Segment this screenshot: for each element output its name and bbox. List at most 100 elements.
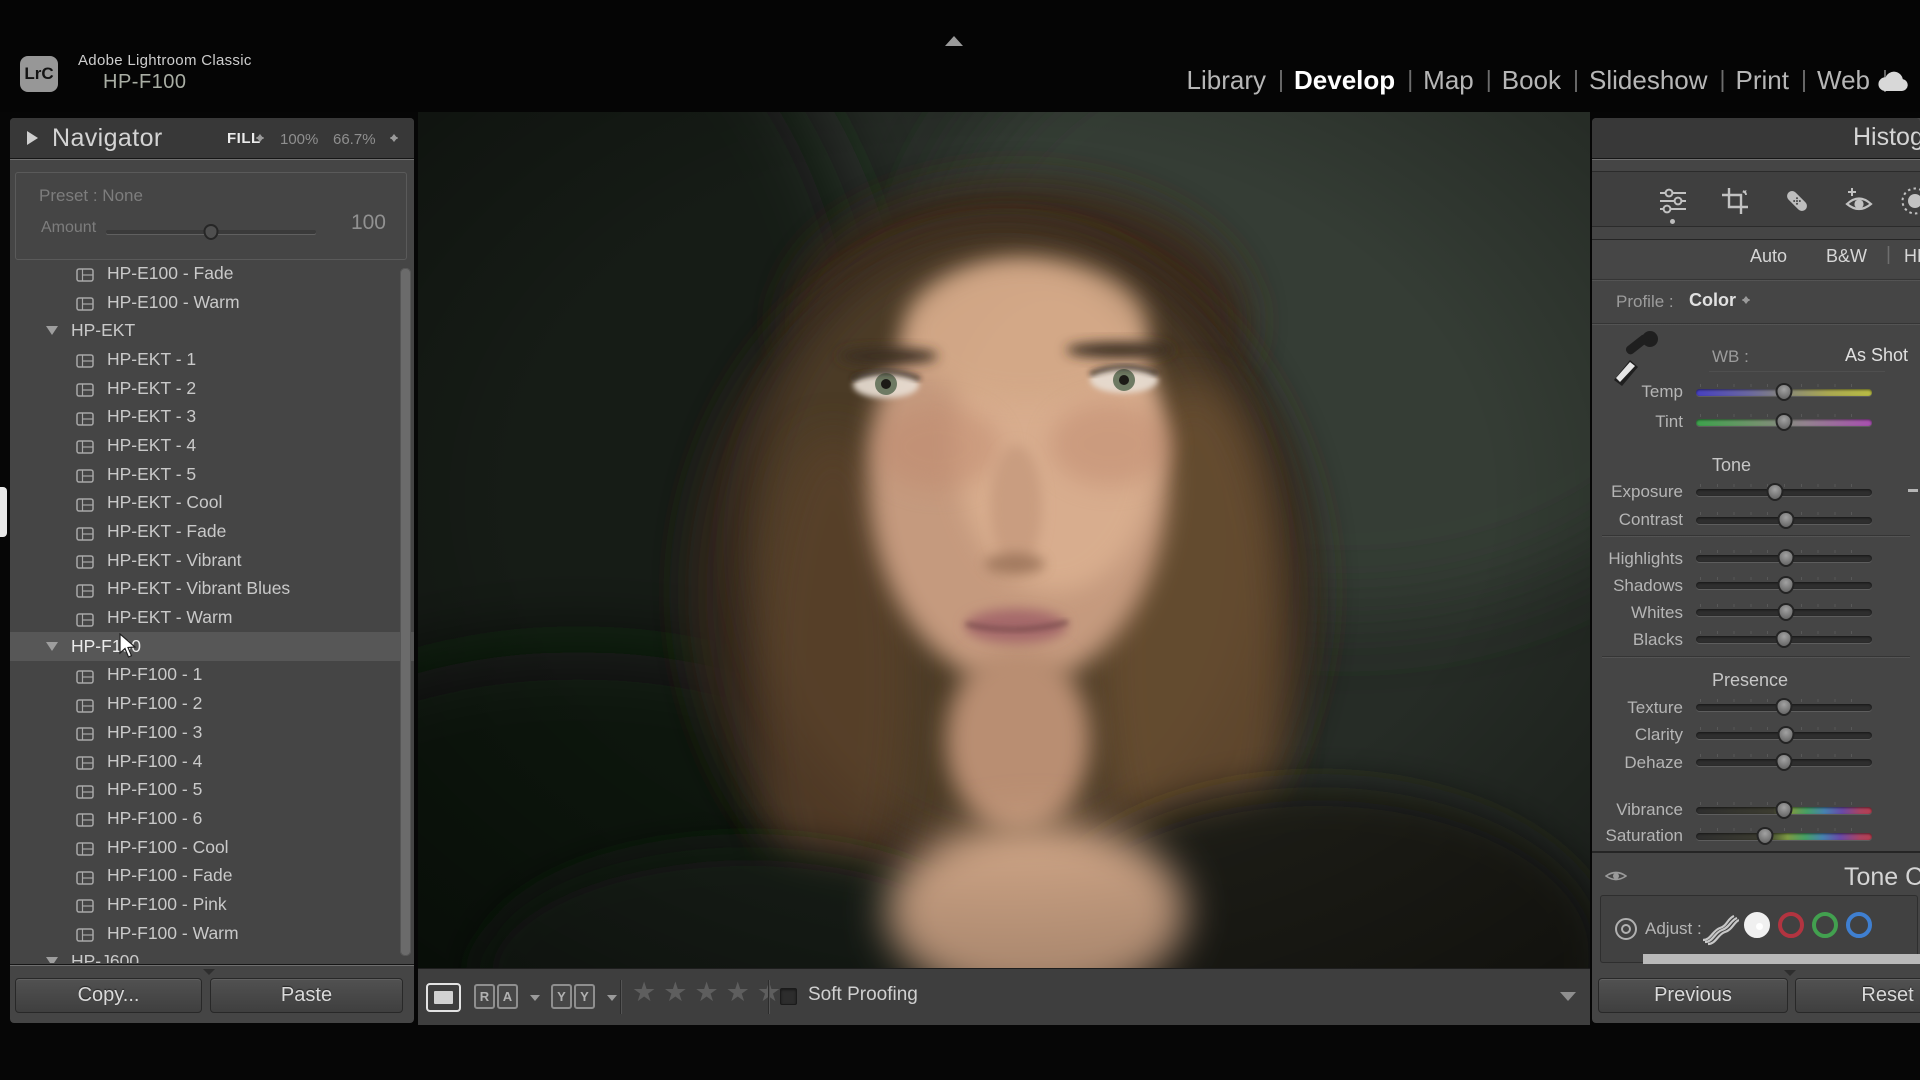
slider-track[interactable] xyxy=(1696,833,1872,840)
preset-list-scrollbar[interactable] xyxy=(400,268,411,956)
amount-slider[interactable] xyxy=(106,230,316,234)
histogram-header[interactable]: Histogram xyxy=(1592,118,1920,158)
slider-thumb[interactable] xyxy=(1777,726,1794,744)
wb-value[interactable]: As Shot xyxy=(1845,345,1908,366)
preset-row[interactable]: HP-EKT - Fade xyxy=(10,517,414,546)
red-eye-correction-icon[interactable] xyxy=(1844,186,1874,216)
module-tab[interactable]: Develop xyxy=(1280,65,1409,96)
star-icon[interactable]: ★ xyxy=(632,977,656,1008)
preset-row[interactable]: HP-F100 - 2 xyxy=(10,689,414,718)
slider-track[interactable] xyxy=(1696,489,1872,496)
slider-track[interactable] xyxy=(1696,517,1872,524)
before-after-dropdown-icon[interactable] xyxy=(607,995,617,1001)
slider-track[interactable] xyxy=(1696,609,1872,616)
preset-row[interactable]: HP-EKT - Cool xyxy=(10,489,414,518)
slider-track[interactable] xyxy=(1696,759,1872,766)
slider-thumb[interactable] xyxy=(1776,801,1793,819)
preset-row[interactable]: HP-EKT - Vibrant xyxy=(10,546,414,575)
star-icon[interactable]: ★ xyxy=(663,977,687,1008)
compare-view-dropdown-icon[interactable] xyxy=(530,995,540,1001)
slider-thumb[interactable] xyxy=(1776,413,1793,431)
slider-track[interactable] xyxy=(1696,389,1872,396)
slider-track[interactable] xyxy=(1696,555,1872,562)
curve-channel-button[interactable] xyxy=(1744,912,1770,938)
profile-updown-icon[interactable] xyxy=(1742,292,1752,308)
curve-channel-button[interactable] xyxy=(1846,912,1872,938)
amount-slider-thumb[interactable] xyxy=(204,224,219,240)
bw-button[interactable]: B&W xyxy=(1826,246,1867,267)
preset-row[interactable]: HP-EKT - 5 xyxy=(10,460,414,489)
zoom-level-current[interactable]: 66.7% xyxy=(333,131,376,148)
slider-thumb[interactable] xyxy=(1777,603,1794,621)
loupe-photo-canvas[interactable] xyxy=(418,112,1590,968)
left-panel-show-tab[interactable] xyxy=(0,487,7,537)
group-expand-triangle-icon[interactable] xyxy=(46,957,58,963)
slider-thumb[interactable] xyxy=(1776,698,1793,716)
preset-row[interactable]: HP-EKT - 1 xyxy=(10,345,414,374)
module-tab[interactable]: Library xyxy=(1173,65,1280,96)
preset-row[interactable]: HP-E100 - Warm xyxy=(10,288,414,317)
fit-mode-updown-icon[interactable] xyxy=(256,130,266,146)
paste-button[interactable]: Paste xyxy=(210,978,403,1013)
preset-row[interactable]: HP-EKT - 4 xyxy=(10,431,414,460)
basic-adjustments-icon[interactable] xyxy=(1658,186,1688,216)
crop-overlay-icon[interactable] xyxy=(1720,186,1750,216)
preset-row[interactable]: HP-F100 - Cool xyxy=(10,833,414,862)
previous-button[interactable]: Previous xyxy=(1598,978,1788,1013)
preset-row[interactable]: HP-F100 - 5 xyxy=(10,775,414,804)
top-panel-collapse-arrow-icon[interactable] xyxy=(945,36,963,46)
preset-row[interactable]: HP-F100 - 4 xyxy=(10,747,414,776)
preset-row[interactable]: HP-J600 xyxy=(10,948,414,964)
panel-visibility-eye-icon[interactable] xyxy=(1605,869,1627,888)
slider-track[interactable] xyxy=(1696,732,1872,739)
slider-track[interactable] xyxy=(1696,419,1872,426)
preset-row[interactable]: HP-F100 - 3 xyxy=(10,718,414,747)
toolbar-collapse-chevron-icon[interactable] xyxy=(1560,992,1576,1001)
preset-row[interactable]: HP-E100 - Fade xyxy=(10,259,414,288)
navigator-expand-triangle-icon[interactable] xyxy=(27,131,38,145)
preset-row[interactable]: HP-F100 - 1 xyxy=(10,661,414,690)
slider-thumb[interactable] xyxy=(1777,549,1794,567)
star-icon[interactable]: ★ xyxy=(694,977,718,1008)
panel-resize-nub-icon[interactable] xyxy=(203,969,215,975)
module-tab[interactable]: Slideshow xyxy=(1575,65,1722,96)
preset-row[interactable]: HP-EKT - 3 xyxy=(10,402,414,431)
targeted-adjustment-icon[interactable] xyxy=(1613,916,1639,947)
reset-button[interactable]: Reset xyxy=(1795,978,1920,1013)
slider-track[interactable] xyxy=(1696,636,1872,643)
module-tab[interactable]: Map xyxy=(1409,65,1488,96)
copy-button[interactable]: Copy... xyxy=(15,978,202,1013)
slider-track[interactable] xyxy=(1696,807,1872,814)
masking-icon[interactable] xyxy=(1900,186,1920,216)
slider-thumb[interactable] xyxy=(1767,483,1784,501)
slider-thumb[interactable] xyxy=(1756,827,1773,845)
slider-thumb[interactable] xyxy=(1777,511,1794,529)
slider-thumb[interactable] xyxy=(1776,753,1793,771)
preset-row[interactable]: HP-EKT - Vibrant Blues xyxy=(10,575,414,604)
slider-track[interactable] xyxy=(1696,582,1872,589)
preset-row[interactable]: HP-F100 xyxy=(10,632,414,661)
preset-row[interactable]: HP-EKT - 2 xyxy=(10,374,414,403)
curve-channel-button[interactable] xyxy=(1812,912,1838,938)
slider-track[interactable] xyxy=(1696,704,1872,711)
before-after-button[interactable]: Y Y xyxy=(551,984,595,1009)
preset-row[interactable]: HP-EKT - Warm xyxy=(10,603,414,632)
slider-thumb[interactable] xyxy=(1776,630,1793,648)
star-rating[interactable]: ★★★★★ xyxy=(632,977,781,1008)
preset-row[interactable]: HP-F100 - Warm xyxy=(10,919,414,948)
slider-thumb[interactable] xyxy=(1777,576,1794,594)
panel-resize-nub-icon[interactable] xyxy=(1784,970,1796,976)
curve-channel-button[interactable] xyxy=(1778,912,1804,938)
preset-row[interactable]: HP-EKT xyxy=(10,316,414,345)
group-expand-triangle-icon[interactable] xyxy=(46,326,58,335)
parametric-curves-icon[interactable] xyxy=(1703,914,1739,951)
soft-proofing-checkbox[interactable] xyxy=(780,988,797,1005)
zoom-level-100[interactable]: 100% xyxy=(280,131,318,148)
zoom-level-updown-icon[interactable] xyxy=(390,130,400,146)
compare-view-button[interactable]: R A xyxy=(474,984,518,1009)
hdr-button[interactable]: HDR xyxy=(1904,246,1920,267)
star-icon[interactable]: ★ xyxy=(726,977,750,1008)
healing-brush-icon[interactable] xyxy=(1782,186,1812,216)
loupe-view-button[interactable] xyxy=(426,983,461,1012)
slider-thumb[interactable] xyxy=(1776,383,1793,401)
